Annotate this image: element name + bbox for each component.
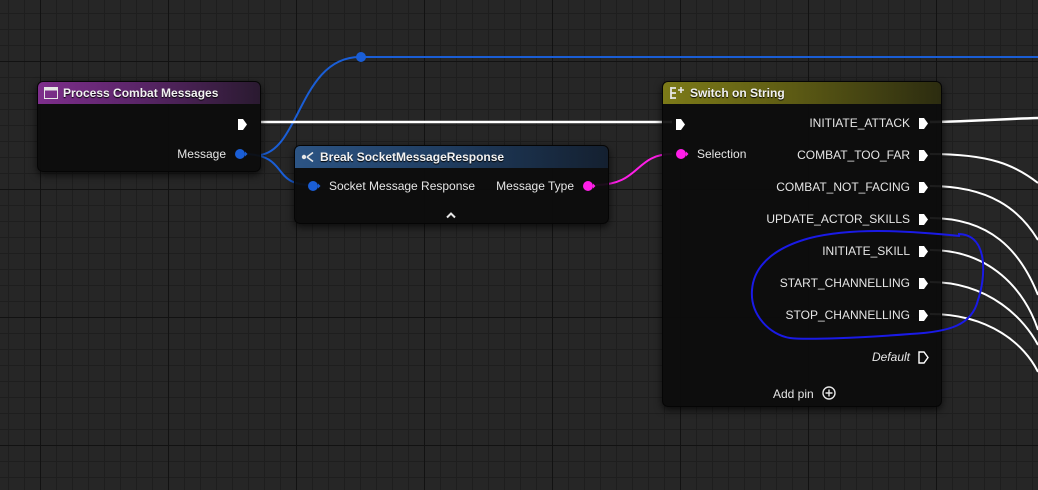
- case-pin-initiate-skill[interactable]: INITIATE_SKILL: [822, 243, 929, 259]
- switch-node-header[interactable]: Switch on String: [663, 82, 941, 104]
- case-label: INITIATE_ATTACK: [809, 116, 910, 130]
- exec-pin-icon[interactable]: [918, 277, 929, 290]
- case-label: INITIATE_SKILL: [822, 244, 910, 258]
- exec-wire-initiate-skill[interactable]: [929, 249, 1038, 331]
- case-pin-combat-too-far[interactable]: COMBAT_TOO_FAR: [797, 147, 929, 163]
- socket-message-response-label: Socket Message Response: [329, 179, 476, 193]
- string-pin-icon[interactable]: [675, 148, 689, 160]
- exec-wire-start-channelling[interactable]: [929, 281, 1038, 346]
- switch-exec-in-pin[interactable]: [675, 116, 686, 132]
- message-type-output-pin[interactable]: Message Type: [496, 178, 596, 194]
- case-label: START_CHANNELLING: [779, 276, 910, 290]
- case-pin-combat-not-facing[interactable]: COMBAT_NOT_FACING: [776, 179, 929, 195]
- event-node-header[interactable]: Process Combat Messages: [38, 82, 260, 104]
- function-icon: [44, 87, 58, 99]
- message-output-pin[interactable]: Message: [177, 146, 248, 162]
- break-node-header[interactable]: Break SocketMessageResponse: [295, 146, 608, 168]
- case-label: COMBAT_TOO_FAR: [797, 148, 910, 162]
- default-label: Default: [871, 350, 910, 364]
- default-pin[interactable]: Default: [872, 349, 929, 365]
- add-pin-button[interactable]: Add pin: [773, 385, 836, 403]
- case-pin-start-channelling[interactable]: START_CHANNELLING: [780, 275, 929, 291]
- case-label: STOP_CHANNELLING: [785, 308, 910, 322]
- break-node-title: Break SocketMessageResponse: [320, 150, 505, 164]
- message-pin-label: Message: [177, 147, 226, 161]
- expand-chevron-icon[interactable]: [445, 206, 457, 223]
- selection-input-pin[interactable]: Selection: [675, 146, 746, 162]
- switch-icon: [669, 86, 685, 100]
- event-node-process-combat-messages[interactable]: Process Combat Messages Message: [37, 81, 261, 172]
- exec-pin-icon[interactable]: [918, 245, 929, 258]
- struct-pin-icon[interactable]: [307, 180, 321, 192]
- add-pin-label: Add pin: [773, 387, 814, 401]
- exec-pin-icon[interactable]: [918, 181, 929, 194]
- exec-wire-combat-not-facing[interactable]: [929, 185, 1038, 241]
- switch-node-title: Switch on String: [690, 86, 785, 100]
- struct-pin-icon[interactable]: [234, 148, 248, 160]
- break-struct-icon: [301, 151, 315, 163]
- case-pin-initiate-attack[interactable]: INITIATE_ATTACK: [809, 115, 929, 131]
- message-type-label: Message Type: [496, 179, 574, 193]
- case-pin-stop-channelling[interactable]: STOP_CHANNELLING: [786, 307, 929, 323]
- exec-pin-icon[interactable]: [918, 213, 929, 226]
- switch-node-switch-on-string[interactable]: Switch on String Selection INITIATE_ATTA…: [662, 81, 942, 407]
- exec-pin-icon[interactable]: [918, 309, 929, 322]
- case-label: UPDATE_ACTOR_SKILLS: [766, 212, 910, 226]
- case-label: COMBAT_NOT_FACING: [776, 180, 910, 194]
- exec-pin-icon[interactable]: [237, 118, 248, 131]
- exec-wire-initiate-attack[interactable]: [929, 116, 1038, 124]
- add-circle-icon[interactable]: [822, 385, 836, 403]
- selection-label: Selection: [697, 147, 747, 161]
- exec-out-pin[interactable]: [237, 116, 248, 132]
- socket-message-response-input-pin[interactable]: Socket Message Response: [307, 178, 475, 194]
- exec-pin-icon[interactable]: [918, 149, 929, 162]
- wire-reroute-node[interactable]: [356, 52, 366, 62]
- event-node-title: Process Combat Messages: [63, 86, 219, 100]
- exec-pin-outline-icon[interactable]: [918, 350, 929, 364]
- exec-pin-icon[interactable]: [918, 117, 929, 130]
- exec-wire-combat-too-far[interactable]: [929, 153, 1038, 184]
- exec-pin-icon[interactable]: [675, 118, 686, 131]
- case-pin-update-actor-skills[interactable]: UPDATE_ACTOR_SKILLS: [766, 211, 929, 227]
- string-pin-icon[interactable]: [582, 180, 596, 192]
- break-node-socket-message-response[interactable]: Break SocketMessageResponse Socket Messa…: [294, 145, 609, 224]
